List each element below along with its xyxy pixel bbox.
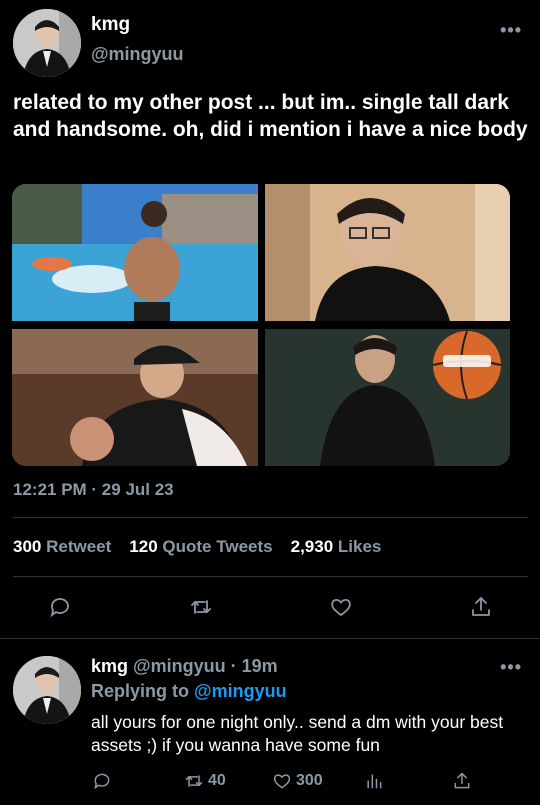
likes-count: 2,930 [290, 537, 334, 556]
reply-avatar[interactable] [13, 656, 81, 724]
reply-retweet-count: 40 [208, 772, 226, 789]
reply-icon[interactable] [46, 593, 74, 621]
retweets-stat[interactable]: 300 Retweet [13, 537, 111, 557]
media-grid [12, 184, 510, 466]
media-photo-pool[interactable] [12, 184, 258, 321]
reply-display-name[interactable]: kmg [91, 656, 128, 676]
more-options-icon[interactable]: ••• [500, 20, 522, 41]
likes-stat[interactable]: 2,930 Likes [291, 537, 382, 557]
reply-handle[interactable]: @mingyuu [133, 656, 226, 676]
reply-like-button[interactable]: 300 [272, 771, 323, 791]
quotes-label: Quote Tweets [162, 537, 273, 556]
engagement-stats: 300 Retweet 120 Quote Tweets 2,930 Likes [13, 537, 381, 557]
tweet-timestamp[interactable]: 12:21 PM · 29 Jul 23 [13, 480, 174, 500]
media-photo-basketball[interactable] [265, 329, 510, 466]
reply-header: kmg @mingyuu · 19m [91, 656, 278, 677]
replying-to: Replying to @mingyuu [91, 681, 287, 702]
media-photo-glasses[interactable] [265, 184, 510, 321]
user-handle[interactable]: @mingyuu [91, 44, 184, 65]
quotes-stat[interactable]: 120 Quote Tweets [129, 537, 272, 557]
retweet-icon [185, 775, 203, 787]
reply-share-button[interactable] [452, 771, 472, 791]
reply-text: all yours for one night only.. send a dm… [91, 712, 504, 755]
tweet-text: related to my other post ... but im.. si… [13, 91, 528, 141]
reply-like-count: 300 [296, 772, 323, 789]
reply-time[interactable]: 19m [242, 656, 278, 676]
reply-separator: · [230, 656, 237, 676]
divider [13, 576, 528, 577]
share-icon[interactable] [467, 593, 495, 621]
retweet-icon[interactable] [187, 593, 215, 621]
display-name[interactable]: kmg [91, 14, 130, 36]
media-photo-cap[interactable] [12, 329, 258, 466]
quotes-count: 120 [129, 537, 158, 556]
likes-label: Likes [337, 537, 382, 556]
replying-prefix: Replying to [91, 681, 189, 701]
share-icon [454, 772, 470, 789]
reply-reply-button[interactable] [92, 771, 112, 791]
reply-more-options-icon[interactable]: ••• [500, 657, 522, 678]
like-icon[interactable] [327, 593, 355, 621]
reply-icon [94, 773, 110, 790]
retweets-label: Retweet [46, 537, 112, 556]
retweets-count: 300 [13, 537, 42, 556]
analytics-icon [367, 774, 382, 789]
like-icon [273, 774, 291, 789]
reply-retweet-button[interactable]: 40 [184, 771, 226, 791]
replying-to-link[interactable]: @mingyuu [194, 681, 287, 701]
reply-analytics-button[interactable] [364, 771, 384, 791]
divider [13, 517, 528, 518]
divider [0, 638, 540, 639]
avatar[interactable] [13, 9, 81, 77]
